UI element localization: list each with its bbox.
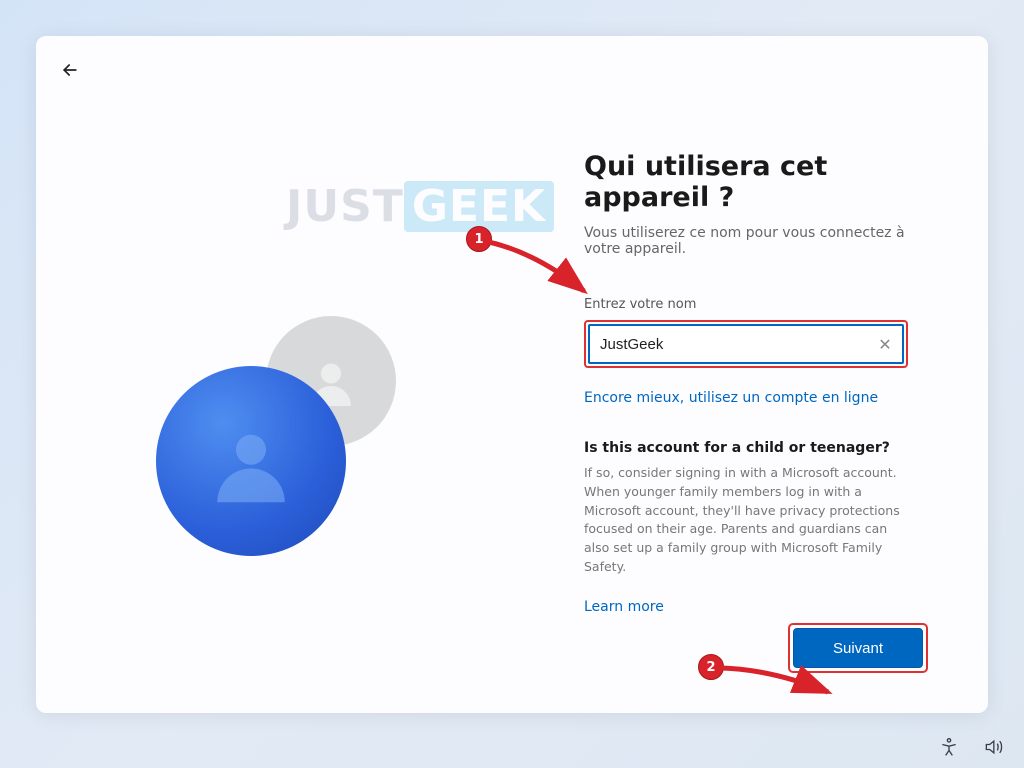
learn-more-link[interactable]: Learn more [584, 599, 664, 615]
form-panel: Qui utilisera cet appareil ? Vous utilis… [584, 151, 908, 615]
taskbar [938, 736, 1004, 758]
oobe-card: JUSTGEEK Qui utilisera cet appareil ? Vo… [36, 36, 988, 713]
name-input[interactable] [590, 336, 868, 353]
name-input-container[interactable]: ✕ [588, 324, 904, 364]
next-button[interactable]: Suivant [793, 628, 923, 668]
hero-illustration [156, 306, 416, 566]
page-title: Qui utilisera cet appareil ? [584, 151, 908, 213]
watermark-geek: GEEK [404, 181, 554, 232]
watermark-just: JUST [286, 181, 404, 232]
back-button[interactable] [54, 54, 86, 86]
volume-icon[interactable] [982, 736, 1004, 758]
child-account-body: If so, consider signing in with a Micros… [584, 464, 908, 577]
clear-input-icon[interactable]: ✕ [868, 335, 902, 354]
annotation-badge-1: 1 [466, 226, 492, 252]
avatar-blue-icon [156, 366, 346, 556]
child-account-heading: Is this account for a child or teenager? [584, 440, 908, 456]
name-label: Entrez votre nom [584, 297, 908, 312]
accessibility-icon[interactable] [938, 736, 960, 758]
next-button-highlight: Suivant [788, 623, 928, 673]
annotation-badge-2: 2 [698, 654, 724, 680]
name-input-highlight: ✕ [584, 320, 908, 368]
online-account-link[interactable]: Encore mieux, utilisez un compte en lign… [584, 390, 878, 406]
page-subtitle: Vous utiliserez ce nom pour vous connect… [584, 225, 908, 257]
watermark: JUSTGEEK [286, 181, 554, 232]
